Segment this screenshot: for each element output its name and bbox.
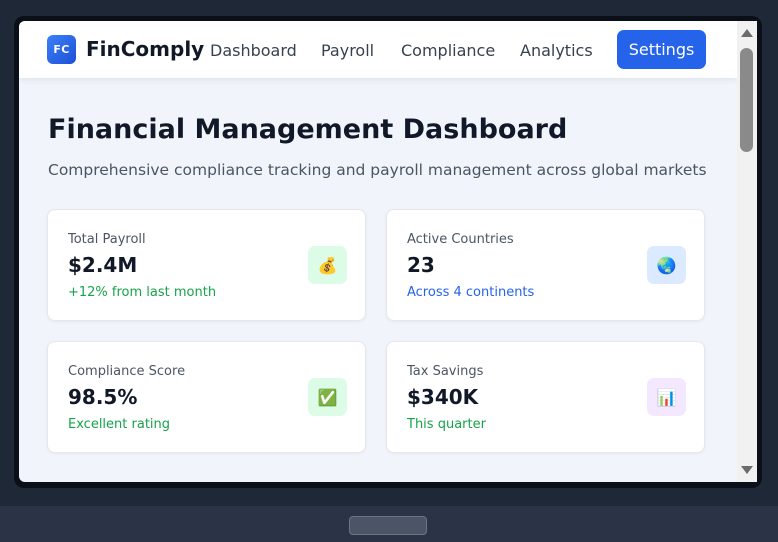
stat-note: Across 4 continents (407, 285, 535, 300)
check-box-icon: ✅ (308, 378, 347, 416)
stat-label: Tax Savings (407, 364, 484, 379)
nav-link-analytics[interactable]: Analytics (520, 41, 593, 60)
stat-label: Compliance Score (68, 364, 186, 379)
money-bag-icon: 💰 (308, 246, 347, 284)
stat-card-compliance-score[interactable]: Compliance Score 98.5% Excellent rating … (47, 341, 366, 453)
globe-icon: 🌏 (647, 246, 686, 284)
stat-card-active-countries[interactable]: Active Countries 23 Across 4 continents … (386, 209, 705, 321)
stat-value: $2.4M (68, 253, 138, 277)
page-subtitle: Comprehensive compliance tracking and pa… (48, 161, 707, 179)
page-title: Financial Management Dashboard (48, 114, 568, 145)
stat-note: Excellent rating (68, 417, 171, 432)
settings-button[interactable]: Settings (617, 30, 706, 69)
stat-value: 98.5% (68, 385, 138, 409)
stat-label: Active Countries (407, 232, 514, 247)
vertical-scrollbar[interactable] (737, 21, 757, 482)
stat-note: This quarter (407, 417, 486, 432)
stat-value: 23 (407, 253, 435, 277)
app-viewport: FC FinComply Dashboard Payroll Complianc… (19, 21, 737, 482)
top-navigation-bar: FC FinComply Dashboard Payroll Complianc… (19, 21, 737, 78)
stat-label: Total Payroll (68, 232, 146, 247)
brand-name[interactable]: FinComply (86, 37, 204, 61)
scroll-up-arrow-icon[interactable] (741, 29, 753, 37)
device-bottom-bar (0, 506, 778, 542)
bar-chart-icon: 📊 (647, 378, 686, 416)
stat-value: $340K (407, 385, 479, 409)
stat-card-total-payroll[interactable]: Total Payroll $2.4M +12% from last month… (47, 209, 366, 321)
stat-card-tax-savings[interactable]: Tax Savings $340K This quarter 📊 (386, 341, 705, 453)
nav-link-payroll[interactable]: Payroll (321, 41, 374, 60)
brand-logo[interactable]: FC (47, 35, 76, 64)
nav-link-compliance[interactable]: Compliance (401, 41, 495, 60)
scrollbar-thumb[interactable] (740, 48, 753, 152)
nav-link-dashboard[interactable]: Dashboard (210, 41, 297, 60)
home-button[interactable] (349, 516, 427, 535)
scroll-down-arrow-icon[interactable] (741, 466, 753, 474)
stat-note: +12% from last month (68, 285, 217, 300)
